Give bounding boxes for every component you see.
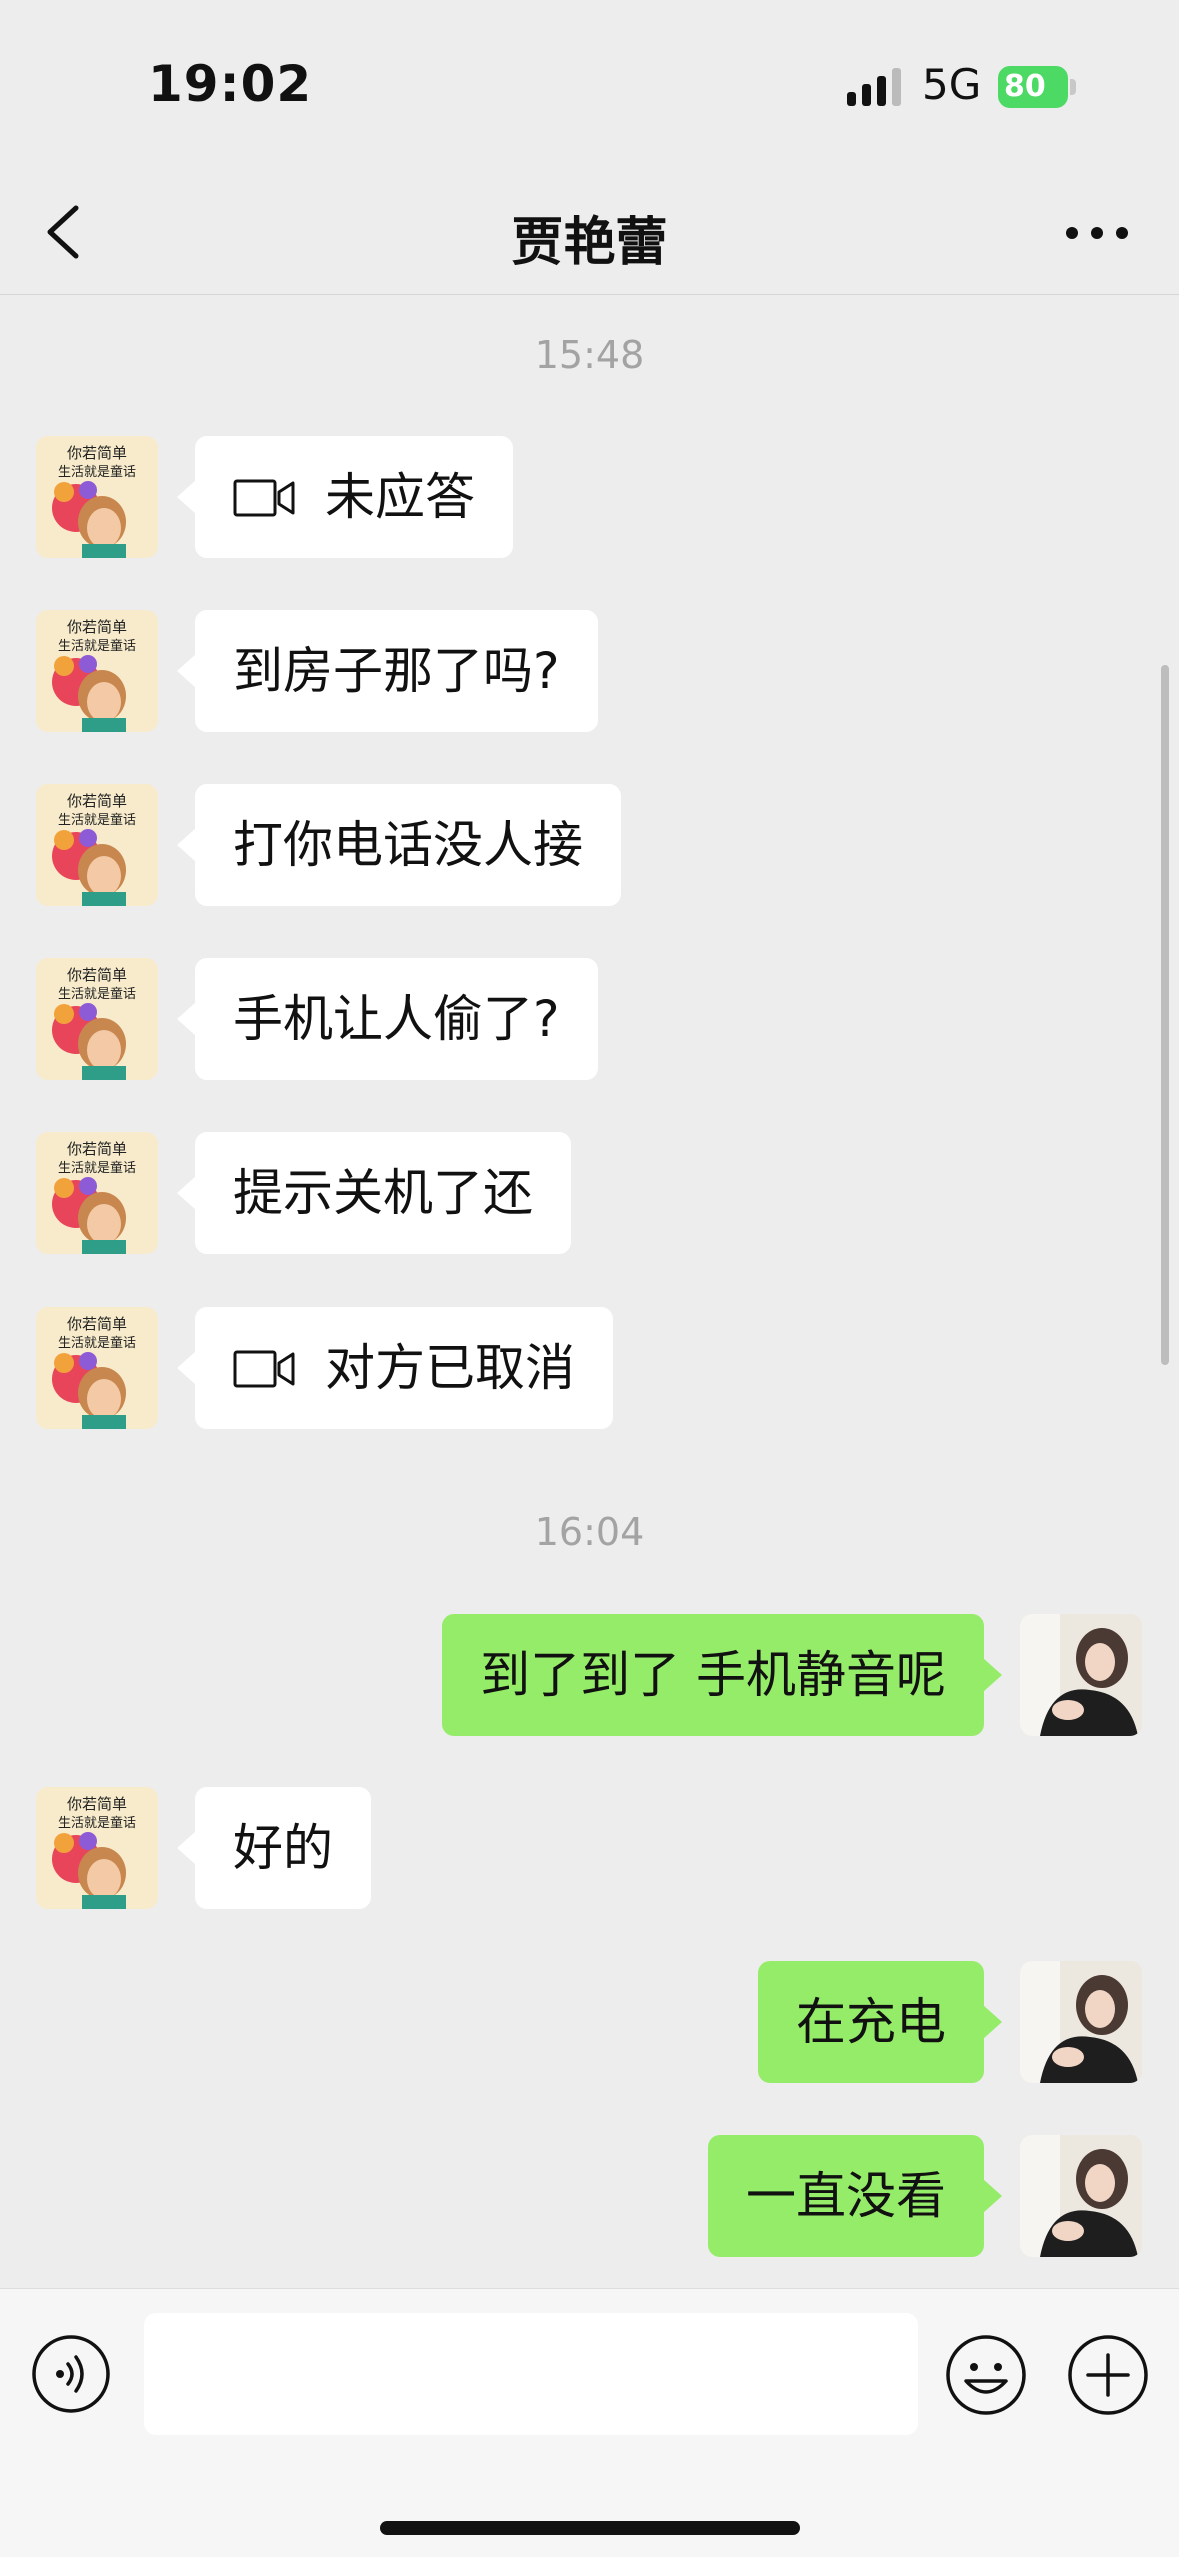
incoming-message[interactable]: 提示关机了还	[177, 1132, 571, 1254]
svg-text:你若简单: 你若简单	[67, 1795, 127, 1813]
message-text: 打你电话没人接	[233, 816, 583, 874]
emoji-icon[interactable]	[944, 2333, 1028, 2417]
home-indicator[interactable]	[380, 2521, 800, 2535]
user-avatar[interactable]	[1020, 2135, 1142, 2257]
timestamp: 15:48	[534, 333, 645, 377]
network-type: 5G	[922, 60, 982, 109]
incoming-message[interactable]: 打你电话没人接	[177, 784, 621, 906]
avatar-illustration: 你若简单 生活就是童话	[36, 958, 158, 1080]
message-text: 提示关机了还	[233, 1164, 533, 1222]
cellular-signal-icon	[847, 68, 901, 106]
outgoing-message[interactable]: 一直没看	[708, 2135, 1002, 2257]
svg-text:生活就是童话: 生活就是童话	[58, 1335, 136, 1351]
message-text: 一直没看	[746, 2167, 946, 2225]
timestamp: 16:04	[534, 1510, 645, 1554]
battery-level: 80	[998, 66, 1068, 108]
more-options-icon[interactable]	[1062, 208, 1132, 258]
incoming-message[interactable]: 好的	[177, 1787, 371, 1909]
battery-icon: 80	[998, 66, 1076, 108]
avatar-illustration: 你若简单 生活就是童话	[36, 1307, 158, 1429]
chat-title: 贾艳蕾	[511, 213, 668, 273]
avatar-photo	[1020, 1614, 1142, 1736]
message-text: 到了到了 手机静音呢	[480, 1646, 946, 1704]
contact-avatar[interactable]: 你若简单 生活就是童话	[36, 1787, 158, 1909]
svg-text:生活就是童话: 生活就是童话	[58, 1815, 136, 1831]
incoming-message[interactable]: 未应答	[177, 436, 513, 558]
status-bar: 19:02 5G 80	[0, 0, 1179, 170]
message-text: 好的	[233, 1819, 333, 1877]
contact-avatar[interactable]: 你若简单 生活就是童话	[36, 436, 158, 558]
scrollbar[interactable]	[1161, 665, 1169, 1365]
svg-text:你若简单: 你若简单	[67, 1140, 127, 1158]
video-call-icon	[233, 1350, 295, 1387]
avatar-illustration: 你若简单 生活就是童话	[36, 1132, 158, 1254]
avatar-photo	[1020, 2135, 1142, 2257]
message-text: 手机让人偷了?	[233, 990, 560, 1048]
svg-text:生活就是童话: 生活就是童话	[58, 1160, 136, 1176]
video-call-icon	[233, 479, 295, 516]
message-text: 对方已取消	[325, 1339, 575, 1397]
outgoing-message[interactable]: 到了到了 手机静音呢	[442, 1614, 1002, 1736]
avatar-illustration: 你若简单 生活就是童话	[36, 436, 158, 558]
status-time: 19:02	[148, 55, 313, 113]
message-text: 到房子那了吗?	[233, 642, 560, 700]
svg-text:你若简单: 你若简单	[67, 444, 127, 462]
avatar-illustration: 你若简单 生活就是童话	[36, 1787, 158, 1909]
contact-avatar[interactable]: 你若简单 生活就是童话	[36, 958, 158, 1080]
svg-text:生活就是童话: 生活就是童话	[58, 464, 136, 480]
add-more-icon[interactable]	[1066, 2333, 1150, 2417]
svg-text:你若简单: 你若简单	[67, 966, 127, 984]
contact-avatar[interactable]: 你若简单 生活就是童话	[36, 610, 158, 732]
incoming-message[interactable]: 对方已取消	[177, 1307, 613, 1429]
svg-text:你若简单: 你若简单	[67, 618, 127, 636]
contact-avatar[interactable]: 你若简单 生活就是童话	[36, 1307, 158, 1429]
svg-text:生活就是童话: 生活就是童话	[58, 986, 136, 1002]
user-avatar[interactable]	[1020, 1614, 1142, 1736]
incoming-message[interactable]: 手机让人偷了?	[177, 958, 598, 1080]
user-avatar[interactable]	[1020, 1961, 1142, 2083]
avatar-illustration: 你若简单 生活就是童话	[36, 610, 158, 732]
contact-avatar[interactable]: 你若简单 生活就是童话	[36, 1132, 158, 1254]
svg-text:你若简单: 你若简单	[67, 1315, 127, 1333]
svg-text:你若简单: 你若简单	[67, 792, 127, 810]
voice-input-icon[interactable]	[30, 2333, 112, 2415]
message-text: 未应答	[325, 468, 475, 526]
avatar-photo	[1020, 1961, 1142, 2083]
avatar-illustration: 你若简单 生活就是童话	[36, 784, 158, 906]
outgoing-message[interactable]: 在充电	[758, 1961, 1002, 2083]
incoming-message[interactable]: 到房子那了吗?	[177, 610, 598, 732]
input-bar	[0, 2288, 1179, 2557]
message-input[interactable]	[144, 2313, 918, 2435]
svg-text:生活就是童话: 生活就是童话	[58, 638, 136, 654]
message-text: 在充电	[796, 1993, 946, 2051]
svg-text:生活就是童话: 生活就是童话	[58, 812, 136, 828]
chat-header: 贾艳蕾	[0, 170, 1179, 295]
contact-avatar[interactable]: 你若简单 生活就是童话	[36, 784, 158, 906]
